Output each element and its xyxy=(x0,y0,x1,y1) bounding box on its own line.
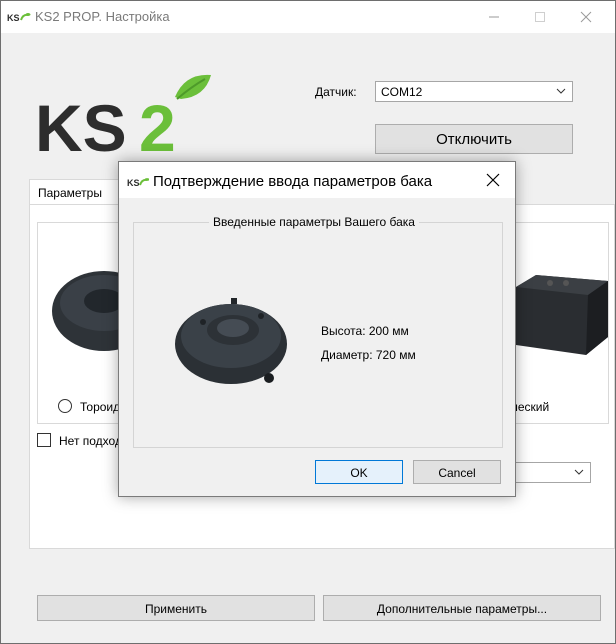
maximize-button[interactable] xyxy=(517,1,563,33)
cancel-button[interactable]: Cancel xyxy=(413,460,501,484)
cubic-tank-image xyxy=(516,275,608,355)
sensor-label: Датчик: xyxy=(315,85,357,99)
chevron-down-icon xyxy=(556,85,566,100)
option-select[interactable] xyxy=(515,462,591,483)
ks2-logo: KS 2 xyxy=(35,67,225,165)
no-checkbox[interactable] xyxy=(37,433,51,447)
minimize-button[interactable] xyxy=(471,1,517,33)
toroidal-tank-image xyxy=(175,298,287,384)
toroidal-label: Тороид xyxy=(80,400,121,414)
tank-params-legend: Введенные параметры Вашего бака xyxy=(209,215,419,229)
chevron-down-icon xyxy=(574,466,584,481)
confirm-dialog: KS Подтверждение ввода параметров бака В… xyxy=(118,161,516,497)
height-value: Высота: 200 мм xyxy=(321,324,409,338)
window-title: KS2 PROP. Настройка xyxy=(35,9,170,24)
dialog-title: Подтверждение ввода параметров бака xyxy=(153,173,433,190)
toroidal-tank-image xyxy=(52,271,122,351)
advanced-parameters-button[interactable]: Дополнительные параметры... xyxy=(323,595,601,621)
tab-parameters[interactable]: Параметры xyxy=(29,179,123,205)
svg-text:KS: KS xyxy=(7,13,20,22)
port-select[interactable]: COM12 xyxy=(375,81,573,102)
ok-button[interactable]: OK xyxy=(315,460,403,484)
dialog-close-icon[interactable] xyxy=(485,172,501,191)
svg-text:2: 2 xyxy=(139,91,176,157)
ks2-app-icon: KS xyxy=(7,11,31,25)
disconnect-button[interactable]: Отключить xyxy=(375,124,573,154)
svg-text:KS: KS xyxy=(127,178,140,187)
apply-button[interactable]: Применить xyxy=(37,595,315,621)
toroidal-radio[interactable] xyxy=(58,399,72,413)
close-button[interactable] xyxy=(563,1,609,33)
svg-text:KS: KS xyxy=(35,91,127,157)
dialog-titlebar[interactable]: KS Подтверждение ввода параметров бака xyxy=(119,162,515,198)
ks2-app-icon: KS xyxy=(127,176,150,190)
diameter-value: Диаметр: 720 мм xyxy=(321,348,416,362)
no-checkbox-label: Нет подход xyxy=(59,434,122,448)
port-value: COM12 xyxy=(381,85,423,99)
main-titlebar[interactable]: KS KS2 PROP. Настройка xyxy=(1,1,615,33)
